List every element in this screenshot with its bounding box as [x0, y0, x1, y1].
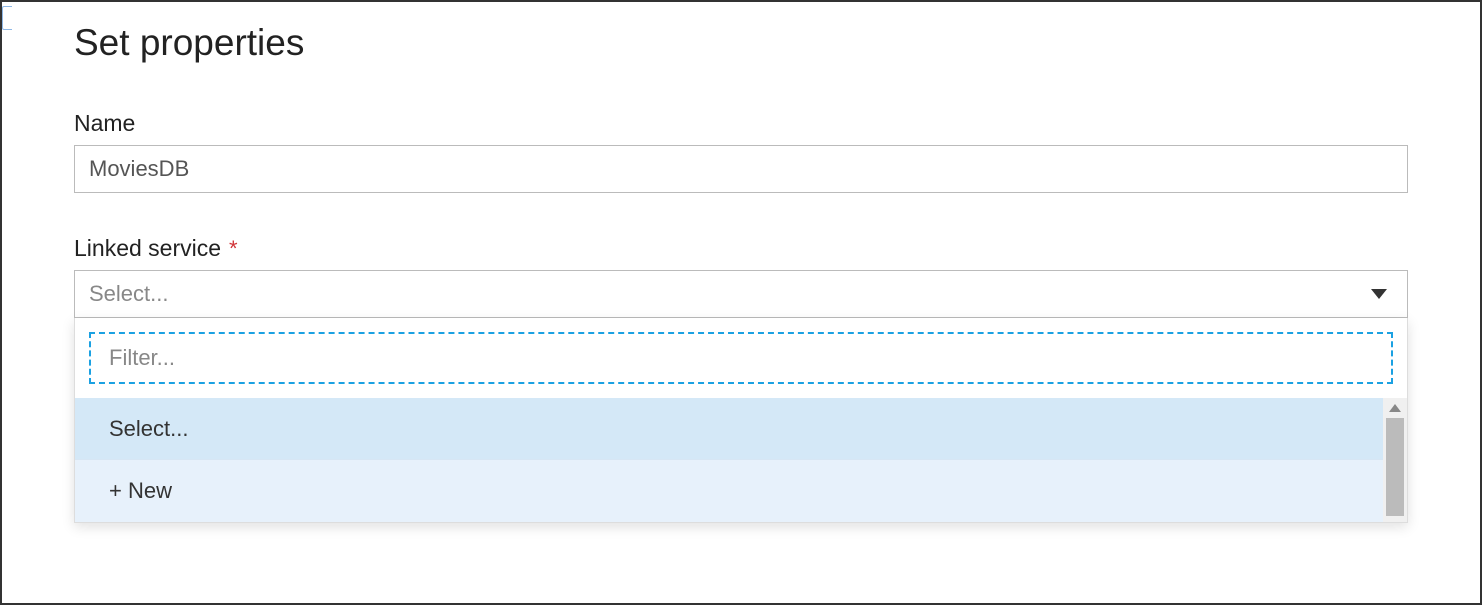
dropdown-option-new-label: + New	[109, 478, 172, 504]
chevron-down-icon	[1371, 289, 1387, 299]
linked-service-dropdown: Select... + New	[74, 318, 1408, 523]
linked-service-select[interactable]: Select...	[74, 270, 1408, 318]
linked-service-select-placeholder: Select...	[89, 281, 168, 307]
name-input[interactable]	[74, 145, 1408, 193]
properties-panel: Set properties Name Linked service * Sel…	[2, 2, 1480, 318]
required-star-icon: *	[229, 236, 238, 262]
name-field-group: Name	[74, 110, 1408, 193]
dropdown-filter-input[interactable]	[89, 332, 1393, 384]
left-edge-sliver-icon	[2, 6, 12, 30]
page-title: Set properties	[74, 22, 1408, 64]
dropdown-option-new[interactable]: + New	[75, 460, 1383, 522]
scroll-up-arrow-icon	[1389, 404, 1401, 412]
dropdown-options-list: Select... + New	[75, 398, 1383, 522]
dropdown-option-select[interactable]: Select...	[75, 398, 1383, 460]
linked-service-select-wrap: Select... Select... + New	[74, 270, 1408, 318]
scroll-thumb[interactable]	[1386, 418, 1404, 516]
dropdown-filter-wrap	[75, 332, 1407, 398]
linked-service-label-text: Linked service	[74, 235, 221, 262]
dropdown-options-container: Select... + New	[75, 398, 1407, 522]
linked-service-label: Linked service *	[74, 235, 1408, 262]
name-label-text: Name	[74, 110, 135, 137]
linked-service-field-group: Linked service * Select... Select...	[74, 235, 1408, 318]
dropdown-scrollbar[interactable]	[1383, 398, 1407, 522]
dropdown-option-select-label: Select...	[109, 416, 188, 442]
name-label: Name	[74, 110, 1408, 137]
